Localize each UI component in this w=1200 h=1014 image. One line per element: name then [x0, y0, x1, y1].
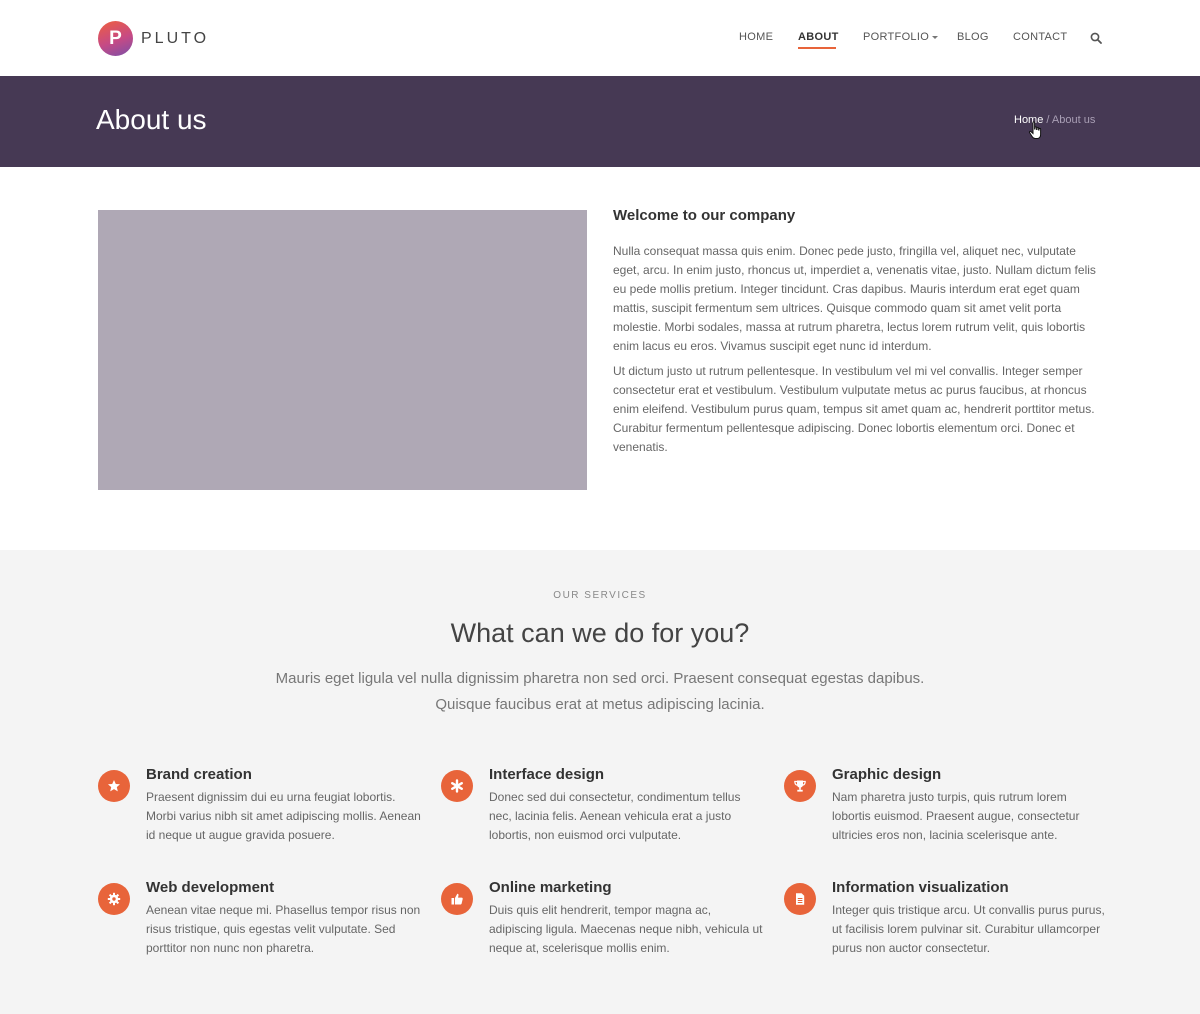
about-heading: Welcome to our company [613, 207, 796, 224]
nav-active-underline [798, 47, 836, 49]
site-header: P PLUTO HOME ABOUT PORTFOLIO BLOG CONTAC… [0, 0, 1200, 76]
trophy-icon [784, 770, 816, 802]
chevron-down-icon [932, 35, 939, 39]
nav-blog[interactable]: BLOG [957, 31, 989, 43]
asterisk-icon [441, 770, 473, 802]
breadcrumb-separator: / [1043, 114, 1052, 126]
about-image-placeholder [98, 210, 587, 490]
services-kicker: OUR SERVICES [553, 590, 647, 601]
gear-icon [98, 883, 130, 915]
service-title: Online marketing [489, 879, 612, 896]
nav-contact[interactable]: CONTACT [1013, 31, 1067, 43]
service-title: Web development [146, 879, 275, 896]
search-icon[interactable] [1090, 32, 1102, 44]
hand-cursor-icon [1028, 121, 1042, 139]
nav-portfolio-label: PORTFOLIO [863, 31, 930, 43]
about-paragraph-2: Ut dictum justo ut rutrum pellentesque. … [613, 364, 1095, 454]
service-title: Brand creation [146, 766, 252, 783]
service-text: Nam pharetra justo turpis, quis rutrum l… [832, 790, 1080, 842]
nav-home[interactable]: HOME [739, 31, 773, 43]
main-nav: HOME ABOUT PORTFOLIO BLOG CONTACT [0, 31, 1200, 51]
service-text: Duis quis elit hendrerit, tempor magna a… [489, 903, 763, 955]
nav-portfolio[interactable]: PORTFOLIO [863, 31, 939, 43]
service-text: Aenean vitae neque mi. Phasellus tempor … [146, 903, 421, 955]
service-text: Donec sed dui consectetur, condimentum t… [489, 790, 741, 842]
service-title: Graphic design [832, 766, 942, 783]
service-title: Information visualization [832, 879, 1009, 896]
nav-about[interactable]: ABOUT [798, 31, 839, 43]
document-icon [784, 883, 816, 915]
service-title: Interface design [489, 766, 605, 783]
breadcrumb: Home / About us [1014, 114, 1095, 126]
services-title: What can we do for you? [450, 618, 750, 648]
service-text: Integer quis tristique arcu. Ut convalli… [832, 903, 1105, 955]
star-icon [98, 770, 130, 802]
services-lead: Mauris eget ligula vel nulla dignissim p… [275, 670, 925, 713]
service-text: Praesent dignissim dui eu urna feugiat l… [146, 790, 421, 842]
breadcrumb-current: About us [1051, 114, 1096, 126]
about-paragraph-1: Nulla consequat massa quis enim. Donec p… [613, 244, 1096, 353]
thumbs-up-icon [441, 883, 473, 915]
page-title: About us [96, 104, 207, 135]
